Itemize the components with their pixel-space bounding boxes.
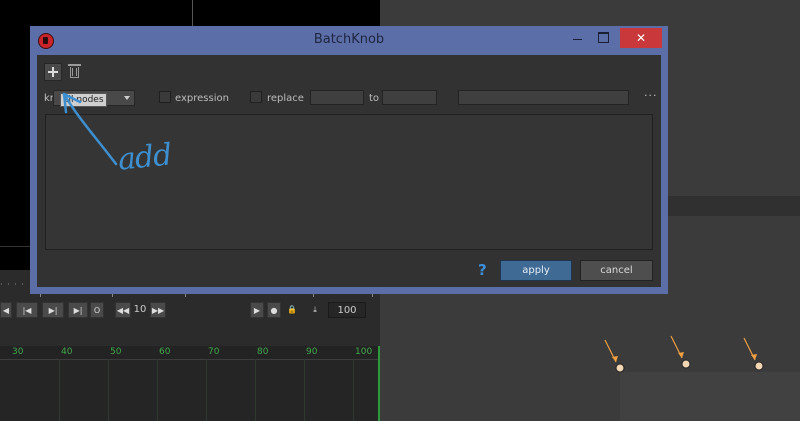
frame-label: 30: [12, 347, 24, 357]
frame-gridline: [206, 359, 207, 421]
cancel-button[interactable]: cancel: [580, 260, 653, 281]
expression-label: expression: [175, 93, 229, 104]
expression-checkbox[interactable]: [159, 91, 171, 103]
frame-gridline: [108, 359, 109, 421]
viewer-divider: [192, 0, 193, 28]
timeline-ruler-dots: · · · ·: [0, 280, 25, 289]
frame-gridline: [255, 359, 256, 421]
maximize-icon: [598, 32, 609, 43]
frame-label: 70: [208, 347, 220, 357]
trash-icon-lines: [72, 68, 77, 76]
node-graph-tab-strip: [668, 196, 800, 216]
play-backward-button[interactable]: ◀: [0, 302, 12, 318]
knob-tooltip: all nodes: [60, 93, 107, 107]
frame-label: 40: [61, 347, 73, 357]
last-frame-button[interactable]: ▶|: [68, 302, 88, 318]
minimize-button[interactable]: [566, 28, 588, 48]
replace-checkbox[interactable]: [250, 91, 262, 103]
replace-to-field[interactable]: [382, 90, 437, 105]
end-frame-marker: [378, 346, 380, 421]
more-options-button[interactable]: ···: [644, 89, 658, 102]
viewer-guide-line: [0, 246, 30, 247]
frame-label: 90: [306, 347, 318, 357]
end-frame-field[interactable]: 100: [328, 302, 366, 318]
frame-ruler: [0, 346, 380, 360]
title-bar[interactable]: BatchKnob ✕: [30, 26, 668, 54]
minimize-icon: [573, 39, 582, 40]
loop-button[interactable]: O: [90, 302, 104, 318]
record-icon[interactable]: ●: [267, 302, 281, 318]
frame-gridline: [353, 359, 354, 421]
step-forward-button[interactable]: ▶|: [42, 302, 64, 318]
node-graph-shade: [620, 372, 800, 421]
frame-step-field[interactable]: 10: [131, 302, 149, 318]
step-back-button[interactable]: |◀: [16, 302, 38, 318]
to-label: to: [369, 93, 380, 104]
annotation-text: add: [116, 137, 173, 178]
knob-list[interactable]: [45, 114, 653, 250]
frame-label: 80: [257, 347, 269, 357]
frame-gridline: [304, 359, 305, 421]
apply-button[interactable]: apply: [500, 260, 572, 281]
chevron-down-icon: [124, 96, 130, 100]
lock-icon[interactable]: 🔒: [285, 302, 299, 318]
close-button[interactable]: ✕: [620, 28, 662, 48]
trash-icon-lid: [68, 64, 81, 66]
frame-label: 60: [159, 347, 171, 357]
skip-back-button[interactable]: ◀◀: [115, 302, 131, 318]
replace-label: replace: [267, 93, 304, 104]
plus-icon[interactable]: [44, 63, 62, 81]
play-icon[interactable]: ▶: [250, 302, 264, 318]
frame-label: 100: [355, 347, 373, 357]
skip-forward-button[interactable]: ▶▶: [150, 302, 166, 318]
export-icon[interactable]: ⤓: [306, 302, 324, 318]
replace-from-field[interactable]: [310, 90, 364, 105]
frame-gridline: [59, 359, 60, 421]
frame-gridline: [157, 359, 158, 421]
help-icon[interactable]: ?: [478, 261, 487, 279]
frame-label: 50: [110, 347, 122, 357]
value-field[interactable]: [458, 90, 629, 105]
